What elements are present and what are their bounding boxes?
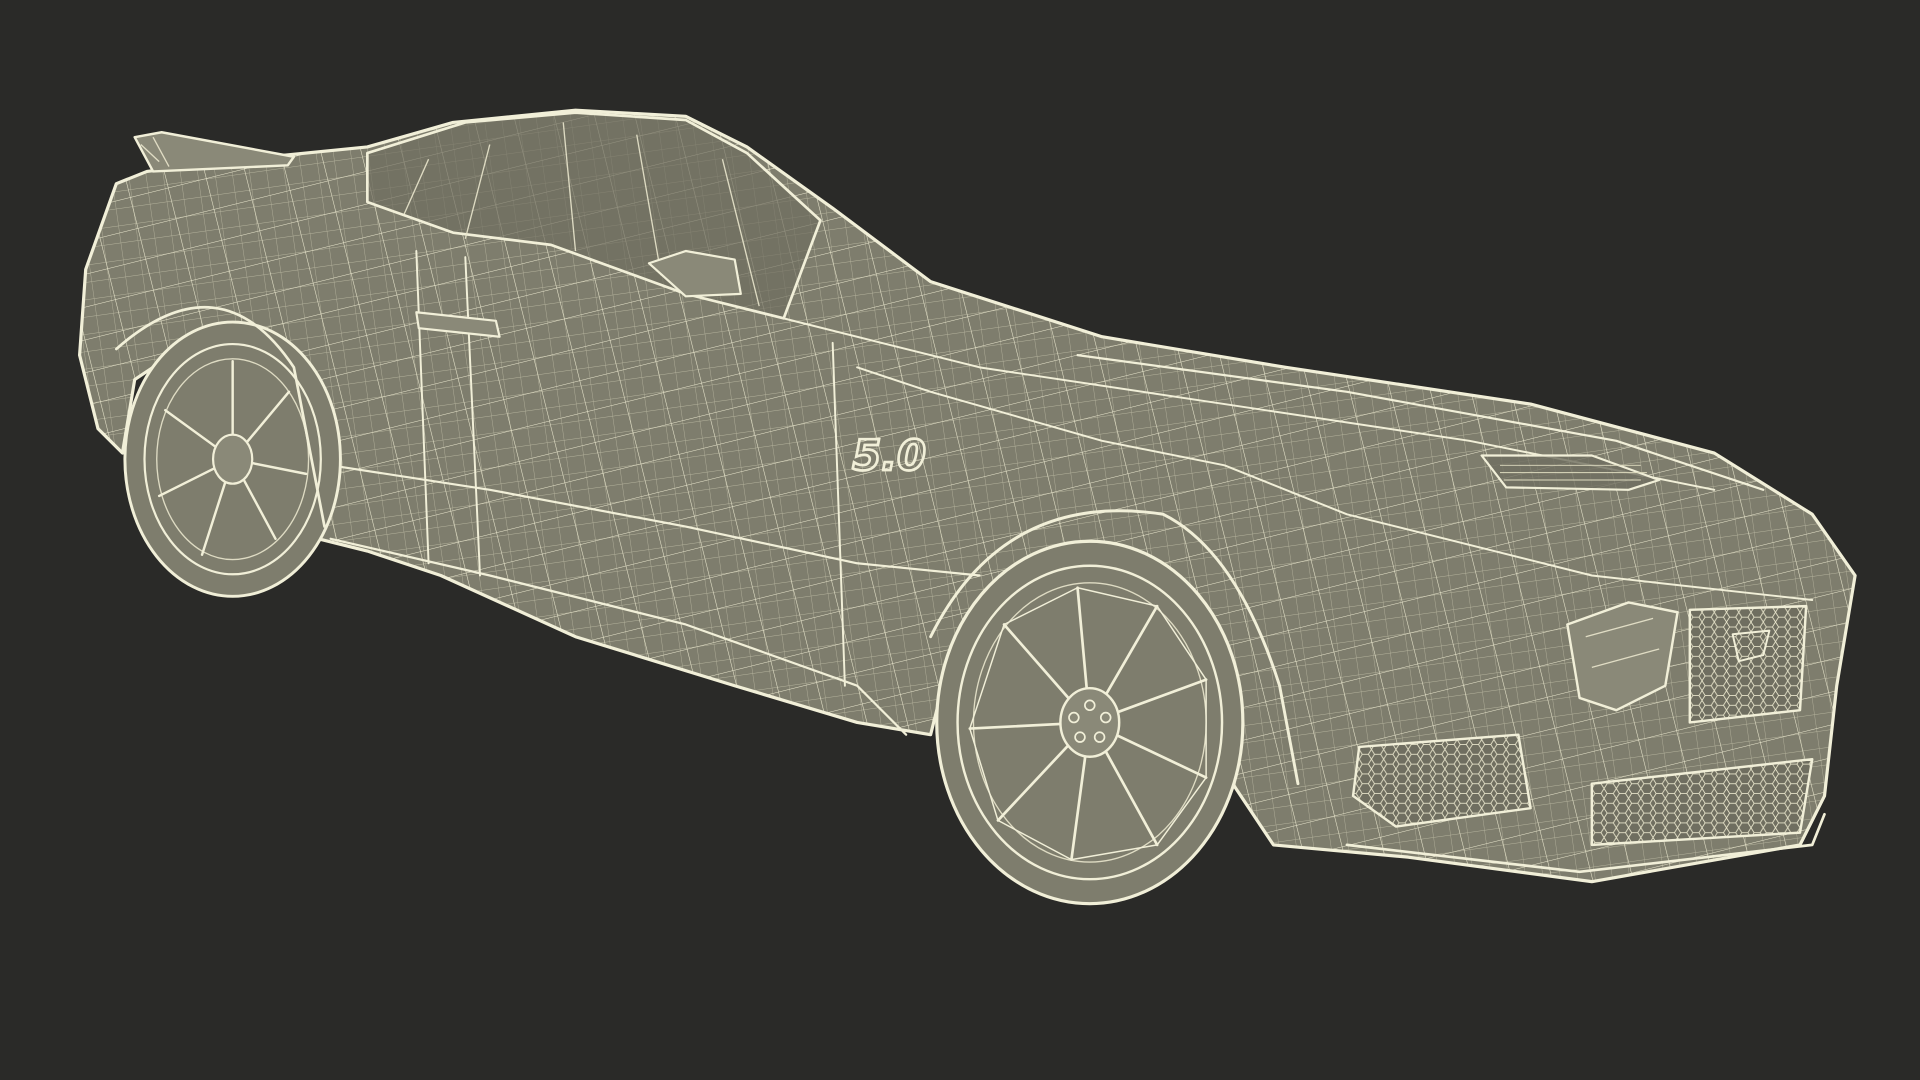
render-viewport: 5.0 [0, 0, 1920, 1080]
car-wireframe-render: 5.0 [78, 108, 1857, 906]
rear-wheel [123, 320, 342, 598]
fender-badge: 5.0 [851, 430, 927, 482]
badge-text: 5.0 [852, 431, 926, 480]
front-grille [1688, 604, 1808, 724]
lower-intake-left [1351, 733, 1532, 828]
front-wheel [935, 539, 1245, 906]
rear-spoiler [133, 131, 296, 173]
